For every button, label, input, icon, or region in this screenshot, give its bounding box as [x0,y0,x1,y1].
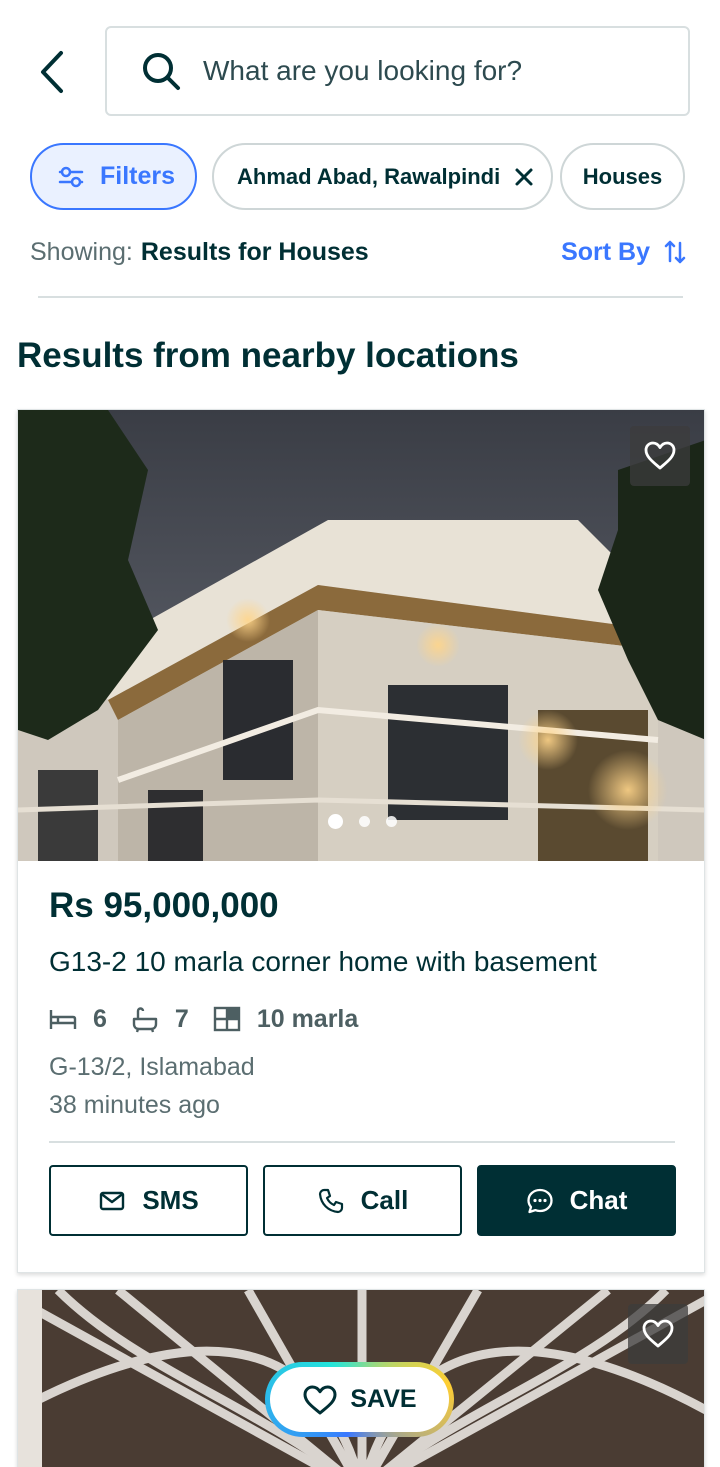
showing-label: Showing: [30,237,133,266]
save-search-button[interactable]: SAVE [265,1362,454,1437]
listing-card[interactable]: Rs 95,000,000 G13-2 10 marla corner home… [17,409,705,1273]
sort-icon [664,240,686,264]
filters-chip-label: Filters [100,162,176,190]
section-title: Results from nearby locations [17,336,519,375]
location-chip-label: Ahmad Abad, Rawalpindi [237,163,501,189]
mail-icon [100,1191,125,1210]
listing-photo [18,410,704,861]
save-search-button-inner: SAVE [270,1367,449,1432]
carousel-dot[interactable] [328,814,343,829]
results-summary: Showing: Results for Houses Sort By [30,232,690,272]
card-divider [49,1141,675,1143]
baths-count: 7 [174,1004,189,1033]
carousel-dot[interactable] [386,816,397,827]
area-icon [213,1006,241,1032]
spec-area: 10 marla [213,1005,358,1034]
listing-price: Rs 95,000,000 [49,886,279,925]
bed-icon [49,1010,77,1029]
category-chip[interactable]: Houses [560,143,685,210]
sliders-icon [58,166,84,187]
close-icon[interactable] [514,167,534,187]
spec-beds: 6 [49,1005,107,1034]
location-chip[interactable]: Ahmad Abad, Rawalpindi [212,143,553,210]
top-bar [0,0,720,130]
sort-by-button[interactable]: Sort By [561,232,686,272]
sms-button[interactable]: SMS [49,1165,248,1236]
listing-actions: SMS Call Chat [49,1165,676,1237]
chevron-left-icon [41,51,63,93]
listing-photo-carousel[interactable] [18,410,704,861]
area-value: 10 marla [256,1004,359,1033]
favorite-button[interactable] [630,426,690,486]
carousel-indicator [328,814,413,829]
listing-title[interactable]: G13-2 10 marla corner home with basement [49,946,597,978]
heart-icon [642,1319,674,1348]
sort-by-label: Sort By [561,237,650,266]
phone-icon [318,1188,343,1213]
call-button[interactable]: Call [263,1165,462,1236]
divider [38,296,683,298]
heart-icon [644,441,676,470]
search-bar[interactable] [105,26,690,116]
favorite-button[interactable] [628,1304,688,1364]
call-button-label: Call [360,1185,409,1215]
heart-icon [303,1385,337,1414]
carousel-dot[interactable] [359,816,370,827]
back-button[interactable] [28,46,76,98]
save-button-label: SAVE [350,1385,417,1413]
sms-button-label: SMS [142,1185,199,1215]
search-icon [143,53,180,90]
spec-baths: 7 [131,1005,189,1034]
search-input[interactable] [203,55,643,87]
filters-chip[interactable]: Filters [30,143,197,210]
chat-bubble-icon [526,1188,553,1213]
filter-chips-row: Filters Ahmad Abad, Rawalpindi Houses [30,143,720,210]
listing-specs: 6 7 10 marla [49,1001,382,1037]
showing-value: Results for Houses [140,237,369,266]
bath-icon [132,1007,158,1033]
listing-posted-time: 38 minutes ago [49,1091,220,1119]
beds-count: 6 [93,1004,107,1033]
chat-button-label: Chat [569,1185,628,1215]
chat-button[interactable]: Chat [477,1165,676,1236]
category-chip-label: Houses [582,163,663,189]
listing-location: G-13/2, Islamabad [49,1053,255,1081]
